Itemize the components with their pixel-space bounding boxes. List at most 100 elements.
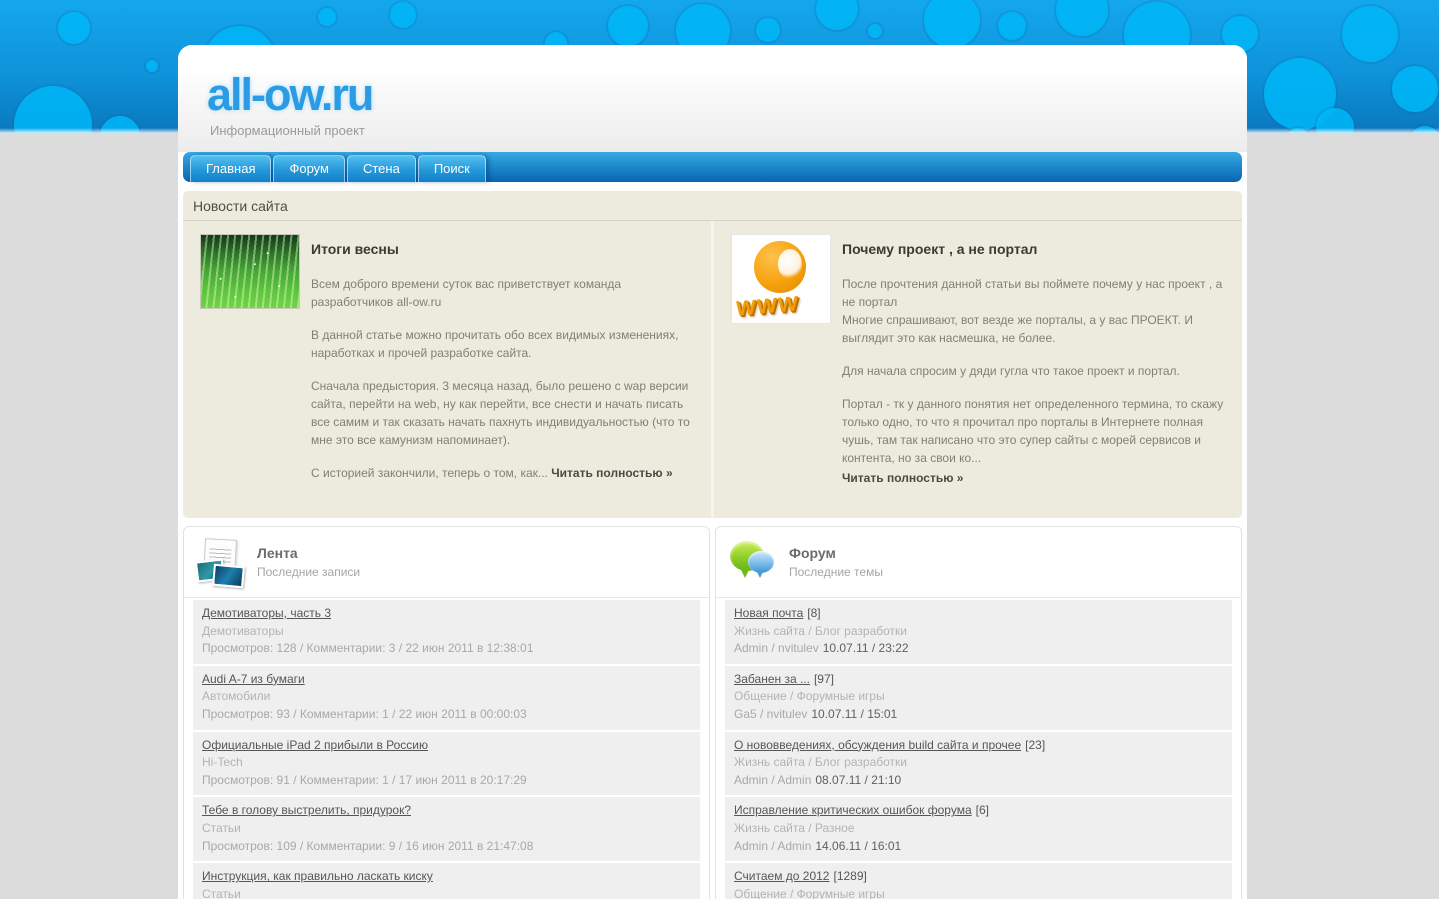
bubble [1316, 108, 1354, 133]
feed-item-category: Автомобили [202, 689, 691, 705]
bubble [608, 6, 648, 46]
section-title: Новости сайта [183, 191, 1242, 221]
nav-tab[interactable]: Стена [347, 155, 416, 182]
forum-item-category: Жизнь сайта / Блог разработки [734, 624, 1223, 640]
www-label: WWW [736, 292, 799, 321]
feed-item-category: Статьи [202, 887, 691, 899]
feed-item-link[interactable]: Тебе в голову выстрелить, придурок? [202, 803, 411, 817]
forum-item-category: Жизнь сайта / Разное [734, 821, 1223, 837]
feed-item-category: Демотиваторы [202, 624, 691, 640]
forum-item-authors: Admin / nvitulev10.07.11 / 23:22 [734, 641, 1223, 657]
nav-tab[interactable]: Поиск [418, 155, 486, 182]
article-paragraphs: После прочтения данной статьи вы поймете… [842, 275, 1228, 467]
article-paragraph: Портал - тк у данного понятия нет опреде… [842, 395, 1228, 467]
article-paragraphs: Всем доброго времени суток вас приветств… [311, 275, 697, 449]
forum-item-category: Жизнь сайта / Блог разработки [734, 755, 1223, 771]
article-title[interactable]: Почему проект , а не портал [842, 239, 1228, 260]
feed-item: Audi A-7 из бумаги Автомобили Просмотров… [193, 666, 700, 730]
article-thumbnail: WWW [731, 234, 831, 502]
feed-item-link[interactable]: Audi A-7 из бумаги [202, 672, 305, 686]
forum-item-category: Общение / Форумные игры [734, 887, 1223, 899]
forum-widget: Форум Последние темы Новая почта [8] Жизн… [715, 526, 1242, 899]
forum-item-date: 10.07.11 / 15:01 [811, 707, 897, 721]
feed-item-meta: Просмотров: 91 / Комментарии: 1 / 17 июн… [202, 773, 691, 789]
forum-topic-link[interactable]: Новая почта [734, 606, 803, 620]
forum-item: Считаем до 2012 [1289] Общение / Форумные… [725, 863, 1232, 899]
read-more-link[interactable]: Читать полностью » [551, 466, 672, 480]
bubble [1342, 6, 1398, 62]
article-thumbnail [200, 234, 300, 497]
bubble [100, 116, 140, 133]
forum-topic-count: [6] [976, 803, 989, 817]
grass-photo-image [200, 234, 300, 309]
forum-topic-count: [1289] [833, 869, 866, 883]
feed-item-link[interactable]: Демотиваторы, часть 3 [202, 606, 331, 620]
site-logo[interactable]: all-ow.ru [207, 45, 372, 121]
feed-item: Инструкция, как правильно ласкать киску … [193, 863, 700, 899]
feed-item: Тебе в голову выстрелить, придурок? Стат… [193, 797, 700, 861]
forum-items: Новая почта [8] Жизнь сайта / Блог разраб… [716, 598, 1241, 899]
forum-item-authors: Admin / Admin08.07.11 / 21:10 [734, 773, 1223, 789]
bubble [390, 2, 416, 28]
news-section: Новости сайта Итоги весны Всем доброго в… [183, 191, 1242, 518]
forum-topic-count: [97] [814, 672, 834, 686]
forum-item-category: Общение / Форумные игры [734, 689, 1223, 705]
bubble [1286, 128, 1310, 133]
news-article-spring: Итоги весны Всем доброго времени суток в… [183, 221, 711, 518]
feed-item-link[interactable]: Официальные iPad 2 прибыли в Россию [202, 738, 428, 752]
bubble [1056, 0, 1108, 36]
forum-topic-count: [23] [1025, 738, 1045, 752]
main-nav: ГлавнаяФорумСтенаПоиск [183, 152, 1242, 182]
read-more-link[interactable]: Читать полностью » [842, 471, 963, 485]
forum-item: Исправление критических ошибок форума [6]… [725, 797, 1232, 861]
forum-item: О нововведениях, обсуждения build сайта … [725, 732, 1232, 796]
nav-tab[interactable]: Главная [190, 155, 271, 182]
bubble [868, 24, 882, 38]
forum-icon [728, 538, 776, 586]
forum-topic-link[interactable]: Считаем до 2012 [734, 869, 829, 883]
article-paragraph: Сначала предыстория. 3 месяца назад, был… [311, 377, 697, 449]
article-paragraph: Для начала спросим у дяди гугла что тако… [842, 362, 1228, 380]
bubble [146, 60, 158, 72]
feed-item-link[interactable]: Инструкция, как правильно ласкать киску [202, 869, 433, 883]
article-title[interactable]: Итоги весны [311, 239, 697, 260]
bubble [924, 0, 980, 48]
forum-title: Форум [789, 545, 883, 561]
article-paragraph: В данной статье можно прочитать обо всех… [311, 326, 697, 362]
forum-topic-link[interactable]: Забанен за ... [734, 672, 810, 686]
news-article-project: WWW Почему проект , а не портал После пр… [711, 221, 1242, 518]
article-paragraph: Всем доброго времени суток вас приветств… [311, 275, 697, 311]
bubble [756, 18, 780, 42]
feed-subtitle: Последние записи [257, 565, 360, 579]
feed-item-category: Hi-Tech [202, 755, 691, 771]
feed-icon [196, 538, 244, 586]
nav-tab[interactable]: Форум [273, 155, 345, 182]
forum-item-date: 08.07.11 / 21:10 [815, 773, 901, 787]
feed-widget: Лента Последние записи Демотиваторы, час… [183, 526, 710, 899]
bubble [998, 12, 1026, 40]
bubble [816, 0, 858, 30]
forum-subtitle: Последние темы [789, 565, 883, 579]
site-tagline: Информационный проект [210, 123, 1247, 138]
article-last-line: С историей закончили, теперь о том, как.… [311, 464, 697, 482]
forum-topic-link[interactable]: О нововведениях, обсуждения build сайта … [734, 738, 1021, 752]
forum-item: Новая почта [8] Жизнь сайта / Блог разраб… [725, 600, 1232, 664]
forum-topic-count: [8] [807, 606, 820, 620]
feed-item-meta: Просмотров: 93 / Комментарии: 1 / 22 июн… [202, 707, 691, 723]
globe-icon [754, 241, 806, 293]
forum-topic-link[interactable]: Исправление критических ошибок форума [734, 803, 972, 817]
page-card: all-ow.ru Информационный проект ГлавнаяФ… [178, 45, 1247, 899]
bubble [1392, 66, 1438, 112]
masthead: all-ow.ru Информационный проект [178, 45, 1247, 152]
forum-item-authors: Ga5 / nvitulev10.07.11 / 15:01 [734, 707, 1223, 723]
feed-items: Демотиваторы, часть 3 Демотиваторы Просм… [184, 598, 709, 899]
article-paragraph: После прочтения данной статьи вы поймете… [842, 275, 1228, 347]
feed-item-meta: Просмотров: 109 / Комментарии: 9 / 16 ию… [202, 839, 691, 855]
bubble [14, 86, 92, 133]
bubble [318, 8, 336, 26]
feed-title: Лента [257, 545, 360, 561]
forum-item-date: 10.07.11 / 23:22 [823, 641, 909, 655]
globe-www-image: WWW [731, 234, 831, 324]
feed-item-category: Статьи [202, 821, 691, 837]
feed-item: Демотиваторы, часть 3 Демотиваторы Просм… [193, 600, 700, 664]
